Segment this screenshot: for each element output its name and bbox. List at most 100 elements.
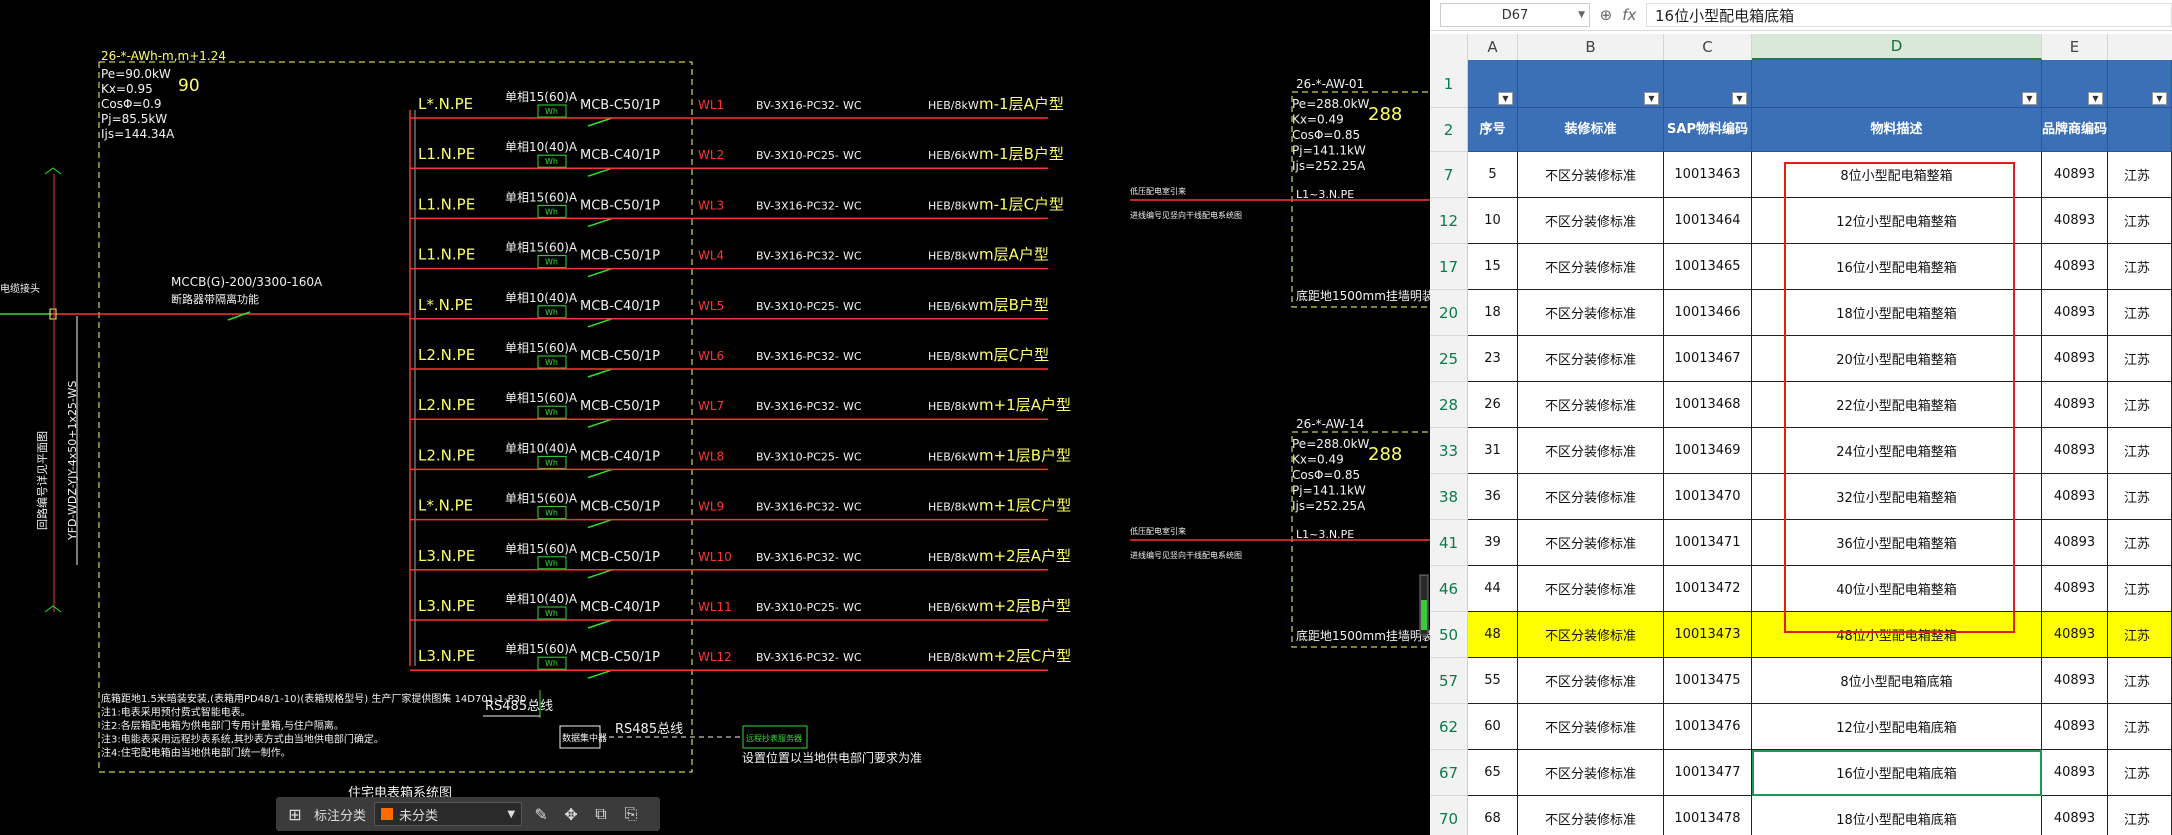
cell-sap-code[interactable]: 10013467 [1664, 336, 1752, 382]
cell-index[interactable]: 31 [1468, 428, 1518, 474]
cell-decoration-standard[interactable]: 不区分装修标准 [1518, 658, 1664, 704]
cell-sap-code[interactable]: 10013468 [1664, 382, 1752, 428]
cell-brand-code[interactable]: 40893 [2042, 244, 2108, 290]
cell-sap-code[interactable]: 10013466 [1664, 290, 1752, 336]
cell-decoration-standard[interactable]: 不区分装修标准 [1518, 566, 1664, 612]
cell-description[interactable]: 8位小型配电箱底箱 [1752, 658, 2042, 704]
cell-sap-code[interactable]: 10013473 [1664, 612, 1752, 658]
cell-description[interactable]: 22位小型配电箱整箱 [1752, 382, 2042, 428]
cell-partial[interactable]: 江苏 [2108, 658, 2172, 704]
cell-brand-code[interactable]: 40893 [2042, 152, 2108, 198]
filter-dropdown-icon[interactable]: ▼ [2088, 92, 2103, 105]
cell-description[interactable]: 16位小型配电箱底箱 [1752, 750, 2042, 796]
cell-description[interactable]: 48位小型配电箱整箱 [1752, 612, 2042, 658]
cell-sap-code[interactable]: 10013464 [1664, 198, 1752, 244]
cell-partial[interactable]: 江苏 [2108, 198, 2172, 244]
cell-brand-code[interactable]: 40893 [2042, 428, 2108, 474]
cell-index[interactable]: 48 [1468, 612, 1518, 658]
cell-index[interactable]: 44 [1468, 566, 1518, 612]
row-number[interactable]: 1 [1430, 60, 1468, 108]
zoom-icon[interactable]: ⊕ [1600, 6, 1613, 24]
cell-partial[interactable]: 江苏 [2108, 796, 2172, 835]
cell-index[interactable]: 68 [1468, 796, 1518, 835]
cell-brand-code[interactable]: 40893 [2042, 474, 2108, 520]
row-number[interactable]: 12 [1430, 198, 1468, 244]
cell-decoration-standard[interactable]: 不区分装修标准 [1518, 244, 1664, 290]
row-number[interactable]: 41 [1430, 520, 1468, 566]
category-select[interactable]: 未分类 ▼ [374, 802, 523, 826]
formula-input[interactable]: 16位小型配电箱底箱 [1646, 3, 2172, 27]
row-number[interactable]: 7 [1430, 152, 1468, 198]
row-number[interactable]: 57 [1430, 658, 1468, 704]
row-number[interactable]: 70 [1430, 796, 1468, 835]
cell-brand-code[interactable]: 40893 [2042, 290, 2108, 336]
col-c-header[interactable]: C [1664, 34, 1752, 60]
row-number[interactable]: 2 [1430, 108, 1468, 152]
header-filter-cell[interactable]: ▼ [1468, 60, 1518, 108]
cell-index[interactable]: 65 [1468, 750, 1518, 796]
cell-description[interactable]: 18位小型配电箱整箱 [1752, 290, 2042, 336]
cell-index[interactable]: 23 [1468, 336, 1518, 382]
chevron-down-icon[interactable]: ▼ [1578, 10, 1585, 20]
cell-decoration-standard[interactable]: 不区分装修标准 [1518, 520, 1664, 566]
cell-index[interactable]: 10 [1468, 198, 1518, 244]
cell-description[interactable]: 8位小型配电箱整箱 [1752, 152, 2042, 198]
row-number[interactable]: 38 [1430, 474, 1468, 520]
cell-index[interactable]: 36 [1468, 474, 1518, 520]
cell-partial[interactable]: 江苏 [2108, 244, 2172, 290]
select-all-corner[interactable] [1430, 34, 1468, 60]
cell-partial[interactable]: 江苏 [2108, 290, 2172, 336]
cell-partial[interactable]: 江苏 [2108, 382, 2172, 428]
cell-brand-code[interactable]: 40893 [2042, 336, 2108, 382]
cell-description[interactable]: 40位小型配电箱整箱 [1752, 566, 2042, 612]
cell-partial[interactable]: 江苏 [2108, 152, 2172, 198]
cell-sap-code[interactable]: 10013469 [1664, 428, 1752, 474]
filter-dropdown-icon[interactable]: ▼ [2152, 92, 2167, 105]
header-filter-cell[interactable]: ▼ [1518, 60, 1664, 108]
cell-brand-code[interactable]: 40893 [2042, 796, 2108, 835]
col-b-header[interactable]: B [1518, 34, 1664, 60]
cell-sap-code[interactable]: 10013470 [1664, 474, 1752, 520]
cell-brand-code[interactable]: 40893 [2042, 704, 2108, 750]
move-icon[interactable]: ✥ [560, 803, 582, 825]
cell-sap-code[interactable]: 10013476 [1664, 704, 1752, 750]
cell-brand-code[interactable]: 40893 [2042, 658, 2108, 704]
col-d-header[interactable]: D [1752, 34, 2042, 60]
cell-decoration-standard[interactable]: 不区分装修标准 [1518, 152, 1664, 198]
cell-sap-code[interactable]: 10013471 [1664, 520, 1752, 566]
edit-icon[interactable]: ✎ [530, 803, 552, 825]
col-a-header[interactable]: A [1468, 34, 1518, 60]
row-number[interactable]: 67 [1430, 750, 1468, 796]
cad-viewport[interactable]: 26-*-AWh-m,m+1.24 Pe=90.0kW Kx=0.95 CosΦ=0.… [0, 0, 1430, 835]
cell-partial[interactable]: 江苏 [2108, 612, 2172, 658]
cell-decoration-standard[interactable]: 不区分装修标准 [1518, 198, 1664, 244]
cell-description[interactable]: 32位小型配电箱整箱 [1752, 474, 2042, 520]
filter-dropdown-icon[interactable]: ▼ [1644, 92, 1659, 105]
cell-sap-code[interactable]: 10013463 [1664, 152, 1752, 198]
row-number[interactable]: 28 [1430, 382, 1468, 428]
paste-icon[interactable]: ⎘ [620, 803, 642, 825]
cell-decoration-standard[interactable]: 不区分装修标准 [1518, 704, 1664, 750]
cell-decoration-standard[interactable]: 不区分装修标准 [1518, 474, 1664, 520]
cell-brand-code[interactable]: 40893 [2042, 612, 2108, 658]
filter-dropdown-icon[interactable]: ▼ [2022, 92, 2037, 105]
cell-index[interactable]: 39 [1468, 520, 1518, 566]
copy-icon[interactable]: ⧉ [590, 803, 612, 825]
fx-icon[interactable]: fx [1622, 6, 1636, 24]
cell-brand-code[interactable]: 40893 [2042, 382, 2108, 428]
header-filter-cell[interactable]: ▼ [2108, 60, 2172, 108]
cell-description[interactable]: 12位小型配电箱整箱 [1752, 198, 2042, 244]
cell-partial[interactable]: 江苏 [2108, 336, 2172, 382]
cell-brand-code[interactable]: 40893 [2042, 198, 2108, 244]
row-number[interactable]: 62 [1430, 704, 1468, 750]
header-filter-cell[interactable]: ▼ [1752, 60, 2042, 108]
grid-icon[interactable]: ⊞ [284, 803, 306, 825]
cell-brand-code[interactable]: 40893 [2042, 566, 2108, 612]
header-filter-cell[interactable]: ▼ [2042, 60, 2108, 108]
cell-description[interactable]: 36位小型配电箱整箱 [1752, 520, 2042, 566]
cell-sap-code[interactable]: 10013475 [1664, 658, 1752, 704]
col-e-header[interactable]: E [2042, 34, 2108, 60]
row-number[interactable]: 33 [1430, 428, 1468, 474]
cell-partial[interactable]: 江苏 [2108, 474, 2172, 520]
cell-brand-code[interactable]: 40893 [2042, 750, 2108, 796]
